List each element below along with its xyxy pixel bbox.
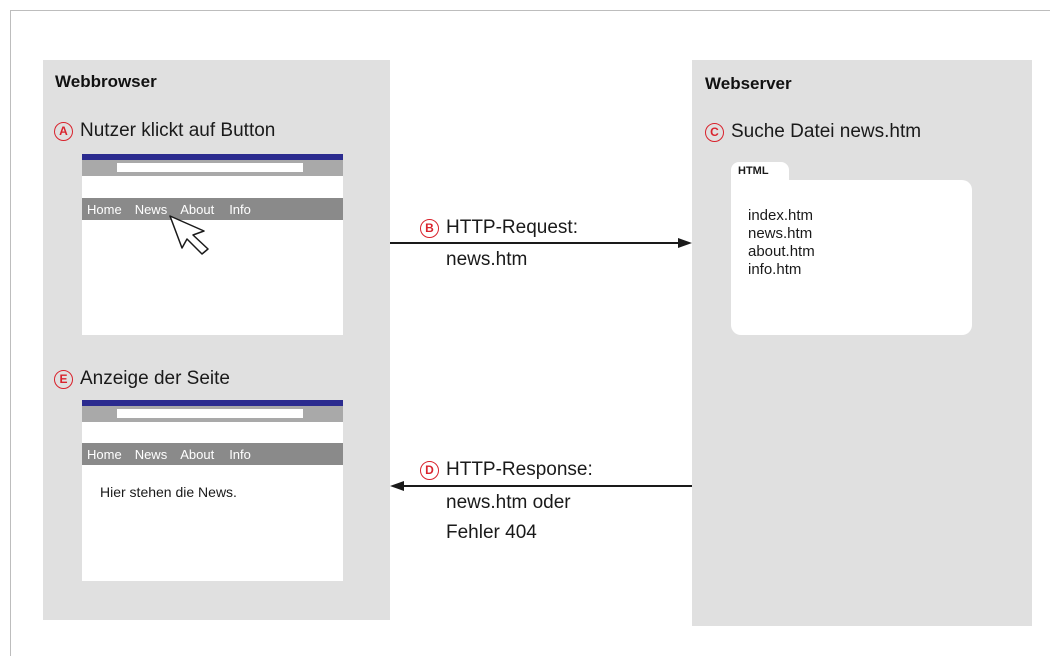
step-c-label: Suche Datei news.htm: [731, 121, 922, 142]
response-file: news.htm oder: [446, 492, 571, 513]
file-item-info: info.htm: [748, 261, 802, 278]
step-e-marker: E: [54, 369, 73, 389]
webserver-panel: [692, 60, 1032, 626]
response-arrow-line: [403, 485, 692, 487]
mouse-cursor-icon: [169, 215, 209, 255]
response-title: HTTP-Response:: [446, 459, 593, 480]
address-field: [117, 409, 303, 418]
step-a-marker: A: [54, 121, 73, 141]
response-error: Fehler 404: [446, 522, 537, 543]
site-nav: Home News About Info: [82, 443, 343, 465]
address-field: [117, 163, 303, 172]
request-title: HTTP-Request:: [446, 217, 578, 238]
step-e-label: Anzeige der Seite: [80, 368, 230, 389]
nav-item-home[interactable]: Home: [87, 202, 122, 217]
step-c-marker: C: [705, 122, 724, 142]
arrow-left-icon: [390, 481, 404, 491]
nav-item-news[interactable]: News: [135, 202, 168, 217]
response-label-line1: D HTTP-Response:: [420, 459, 593, 481]
folder-label: HTML: [738, 165, 769, 177]
request-label-line1: B HTTP-Request:: [420, 217, 578, 239]
file-list: index.htm news.htm about.htm info.htm: [748, 207, 815, 279]
step-c: C Suche Datei news.htm: [705, 121, 921, 143]
nav-item-news[interactable]: News: [135, 447, 168, 462]
nav-item-info[interactable]: Info: [229, 202, 251, 217]
file-item-news: news.htm: [748, 225, 813, 242]
webbrowser-title: Webbrowser: [55, 72, 157, 91]
webserver-title: Webserver: [705, 74, 792, 93]
nav-item-info[interactable]: Info: [229, 447, 251, 462]
arrow-right-icon: [678, 238, 692, 248]
page-content-text: Hier stehen die News.: [100, 484, 237, 500]
nav-item-home[interactable]: Home: [87, 447, 122, 462]
step-d-marker: D: [420, 460, 439, 480]
step-a-label: Nutzer klickt auf Button: [80, 120, 276, 141]
step-b-marker: B: [420, 218, 439, 238]
request-arrow-line: [390, 242, 680, 244]
nav-item-about[interactable]: About: [180, 447, 214, 462]
request-file: news.htm: [446, 249, 528, 270]
file-item-index: index.htm: [748, 207, 814, 224]
step-e: E Anzeige der Seite: [54, 368, 230, 390]
browser-mockup-after: Home News About Info Hier stehen die New…: [82, 400, 343, 581]
file-item-about: about.htm: [748, 243, 815, 260]
step-a: A Nutzer klickt auf Button: [54, 120, 275, 142]
